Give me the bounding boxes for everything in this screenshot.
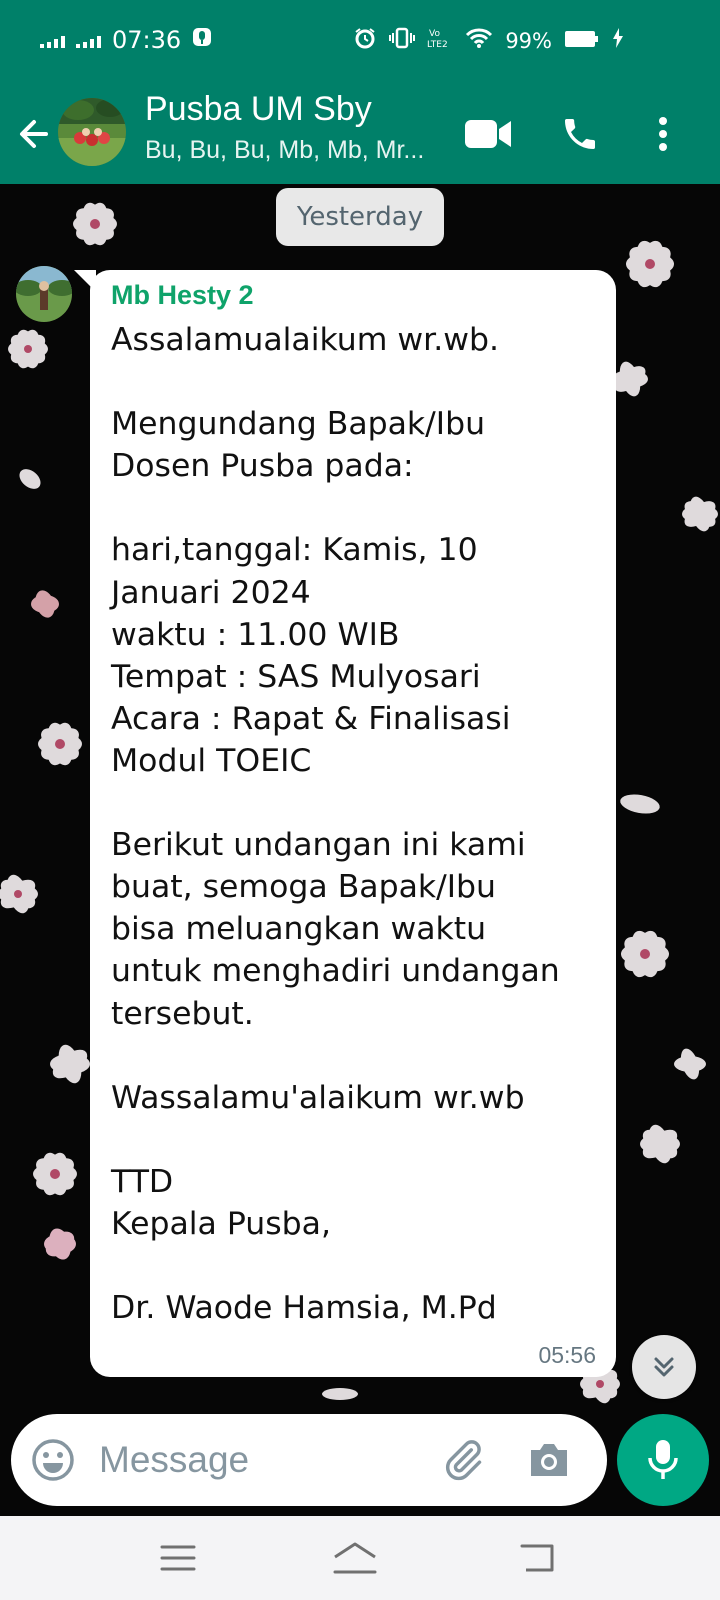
- alarm-icon: [353, 26, 377, 55]
- video-camera-icon: [465, 120, 511, 148]
- charging-icon: [612, 28, 624, 53]
- system-navigation-bar: [0, 1516, 720, 1600]
- vibrate-icon: [389, 26, 416, 55]
- arrow-left-icon: [20, 120, 48, 148]
- chat-title[interactable]: Pusba UM Sby: [145, 90, 372, 129]
- more-vertical-icon: [659, 117, 667, 151]
- paperclip-icon: [445, 1440, 482, 1481]
- microphone-icon: [648, 1440, 678, 1479]
- status-bar: 07:36 Vo LTE2 99%: [0, 0, 720, 84]
- message-text: Assalamualaikum wr.wb. Mengundang Bapak/…: [111, 322, 560, 1327]
- camera-icon: [531, 1444, 567, 1476]
- recents-button[interactable]: [148, 1530, 208, 1586]
- svg-text:Vo: Vo: [429, 29, 440, 39]
- emoji-icon: [32, 1439, 74, 1481]
- message-bubble[interactable]: Mb Hesty 2 Assalamualaikum wr.wb. Mengun…: [90, 270, 616, 1377]
- double-chevron-down-icon: [654, 1357, 674, 1377]
- date-divider: Yesterday: [276, 188, 444, 246]
- home-button[interactable]: [325, 1530, 385, 1586]
- voice-message-button[interactable]: [617, 1414, 709, 1506]
- message-composer: [11, 1414, 607, 1506]
- wifi-icon: [465, 27, 493, 54]
- battery-percent: 99%: [505, 28, 552, 53]
- home-icon: [333, 1542, 377, 1574]
- camera-button[interactable]: [523, 1434, 575, 1486]
- back-button[interactable]: [12, 106, 56, 162]
- menu-lines-icon: [160, 1545, 196, 1571]
- voice-call-button[interactable]: [550, 104, 610, 164]
- video-call-button[interactable]: [458, 104, 518, 164]
- battery-icon: [564, 29, 600, 53]
- emoji-button[interactable]: [27, 1434, 79, 1486]
- chat-participants[interactable]: Bu, Bu, Bu, Mb, Mb, Mr...: [145, 136, 424, 165]
- chat-area[interactable]: Yesterday Mb Hesty 2 Assalamualaikum wr.…: [0, 184, 720, 1516]
- more-options-button[interactable]: [633, 104, 693, 164]
- back-nav-button[interactable]: [508, 1530, 568, 1586]
- group-avatar[interactable]: [58, 98, 126, 166]
- notification-icon: [191, 26, 213, 54]
- svg-text:LTE2: LTE2: [427, 40, 448, 50]
- status-time: 07:36: [112, 26, 182, 54]
- sender-avatar[interactable]: [16, 266, 72, 322]
- message-sender-name[interactable]: Mb Hesty 2: [111, 280, 254, 311]
- back-nav-icon: [520, 1544, 554, 1572]
- volte-icon: Vo LTE2: [427, 26, 453, 55]
- signal-icon: [40, 26, 66, 54]
- attach-button[interactable]: [437, 1434, 489, 1486]
- signal-icon-2: [76, 26, 102, 54]
- chat-header: Pusba UM Sby Bu, Bu, Bu, Mb, Mb, Mr...: [0, 84, 720, 184]
- phone-icon: [565, 119, 595, 149]
- message-input[interactable]: [97, 1428, 431, 1492]
- scroll-to-bottom-button[interactable]: [632, 1335, 696, 1399]
- message-time: 05:56: [538, 1342, 596, 1368]
